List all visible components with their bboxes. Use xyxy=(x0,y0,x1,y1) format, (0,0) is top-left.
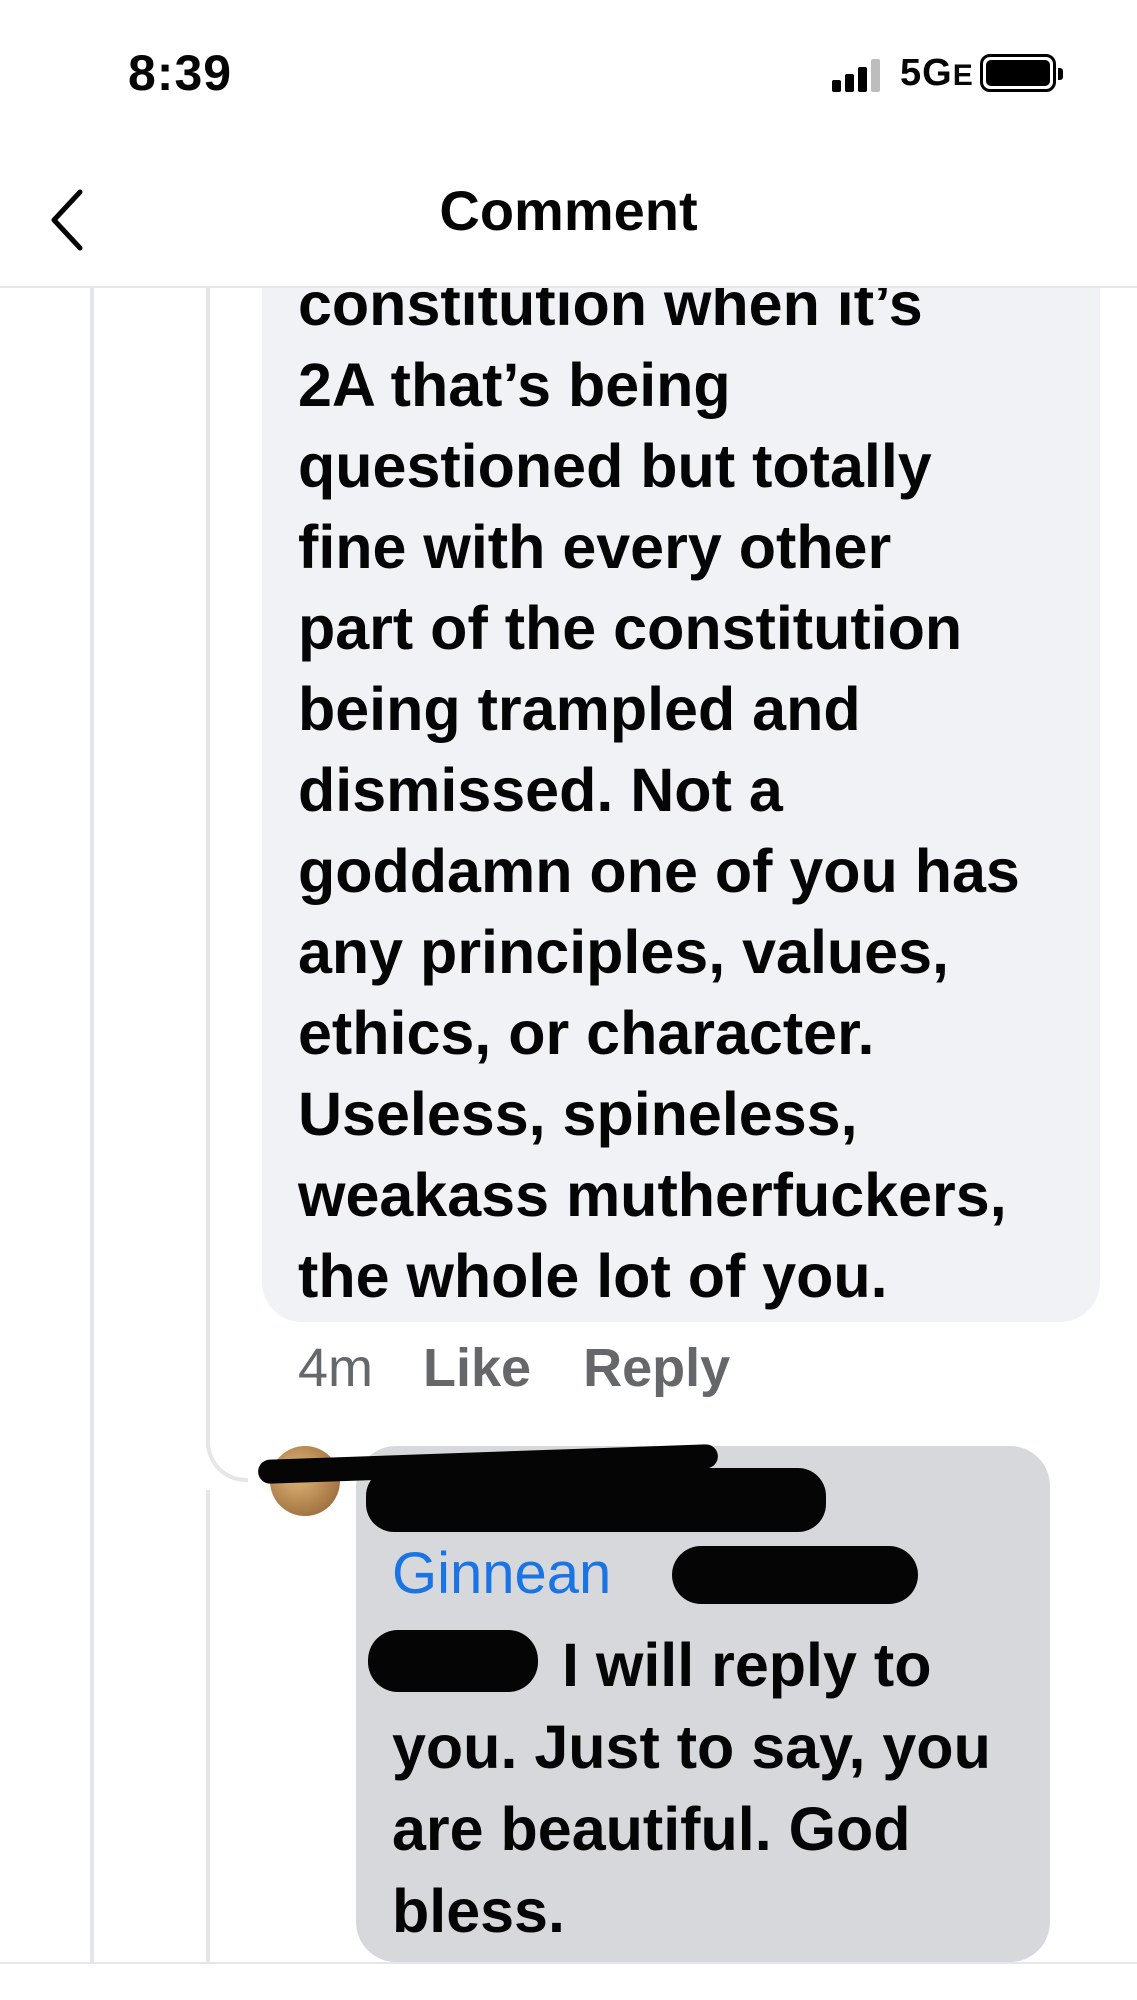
reply-button[interactable]: Reply xyxy=(583,1337,730,1399)
thread-line xyxy=(90,288,94,2000)
network-label: 5G xyxy=(900,52,953,94)
network-indicator: 5GE xyxy=(900,52,974,95)
signal-icon xyxy=(832,58,880,92)
redaction-mark xyxy=(672,1546,918,1604)
thread-line xyxy=(206,1490,210,2000)
comment-text: constitution when it’s 2A that’s being q… xyxy=(298,270,1020,1310)
comment-bubble[interactable]: constitution when it’s 2A that’s being q… xyxy=(262,200,1100,1322)
comment-actions: 4m Like Reply xyxy=(298,1336,730,1400)
redaction-mark xyxy=(368,1630,538,1692)
thread-line xyxy=(206,288,210,1448)
page-title: Comment xyxy=(439,179,698,242)
like-button[interactable]: Like xyxy=(423,1337,531,1399)
comment-screen: 8:39 5GE Comment constitution when it’s … xyxy=(0,0,1137,2000)
thread-connector xyxy=(206,1400,248,1482)
comment-timestamp: 4m xyxy=(298,1338,374,1398)
header: Comment xyxy=(0,150,1137,288)
status-bar: 8:39 5GE xyxy=(0,0,1137,150)
status-time: 8:39 xyxy=(128,45,233,101)
comment-composer-edge xyxy=(0,1962,1137,2000)
redaction-mark xyxy=(366,1468,826,1532)
reply-mention[interactable]: Ginnean xyxy=(392,1540,611,1607)
battery-icon xyxy=(980,54,1063,92)
network-suffix: E xyxy=(952,59,974,92)
